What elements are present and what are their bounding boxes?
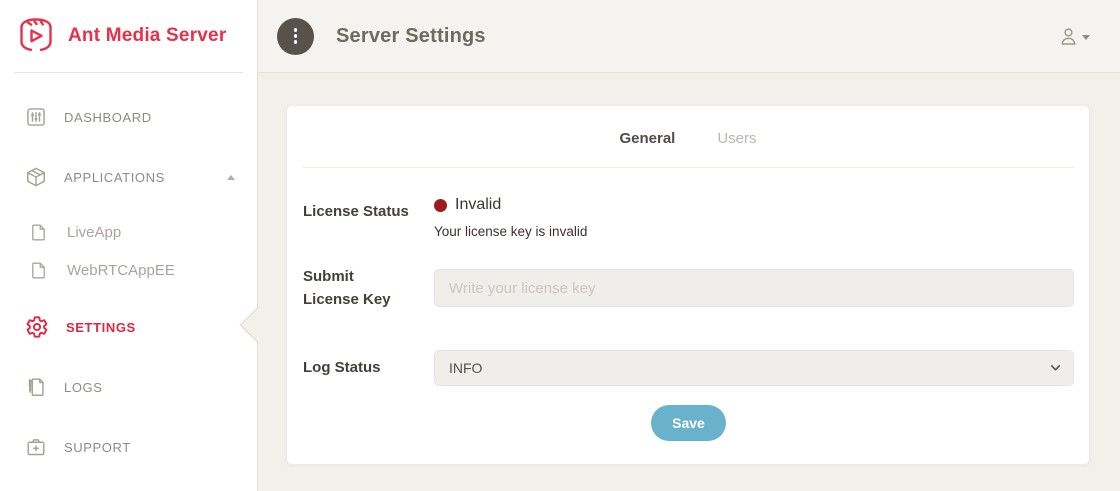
main-area: Server Settings General Users License St… [258,0,1120,491]
license-status-row: License Status Invalid Your license key … [303,196,1074,239]
license-status-label: License Status [303,196,434,223]
license-key-label: Submit License Key [303,265,395,312]
log-status-select[interactable]: INFO [434,350,1074,386]
server-settings-card: General Users License Status Invalid You… [286,105,1090,465]
sidebar-item-support[interactable]: SUPPORT [0,417,257,477]
license-status-value: Invalid [455,196,501,214]
document-pen-icon [25,376,47,398]
file-icon [29,261,48,280]
gear-icon [25,315,49,339]
file-icon [29,223,48,242]
topbar: Server Settings [258,0,1120,73]
sidebar-item-logs[interactable]: LOGS [0,357,257,417]
sidebar-item-webrtcappee[interactable]: WebRTCAppEE [0,251,257,289]
settings-tabs: General Users [287,106,1089,147]
license-key-row: Submit License Key [303,265,1074,312]
tab-users[interactable]: Users [717,130,756,147]
user-menu[interactable] [1057,25,1090,48]
sidebar-item-label: SUPPORT [64,440,131,455]
license-status-line: Invalid [434,196,1074,214]
sidebar-item-label: SETTINGS [66,320,136,335]
sidebar-nav: DASHBOARD APPLICATIONS [0,73,257,477]
sidebar-item-settings[interactable]: SETTINGS [0,297,257,357]
brand-name: Ant Media Server [68,25,226,47]
log-status-label: Log Status [303,356,434,379]
save-button[interactable]: Save [651,405,726,441]
sidebar-item-label: APPLICATIONS [64,170,165,185]
sidebar-item-label: LOGS [64,380,103,395]
log-status-select-wrap: INFO [434,350,1074,386]
license-status-message: Your license key is invalid [434,224,1074,239]
sidebar-item-liveapp[interactable]: LiveApp [0,213,257,251]
sidebar-item-dashboard[interactable]: DASHBOARD [0,87,257,147]
applications-submenu: LiveApp WebRTCAppEE [0,213,257,297]
sidebar: Ant Media Server DASHBOARD [0,0,258,491]
license-key-input[interactable] [434,269,1074,307]
status-dot-icon [434,199,447,212]
ant-media-play-icon [13,15,59,57]
sidebar-item-label: LiveApp [67,224,121,241]
settings-form: License Status Invalid Your license key … [287,168,1089,441]
page-title: Server Settings [336,25,486,48]
kebab-menu-icon[interactable] [277,18,314,55]
caret-down-icon [1082,35,1090,40]
log-status-row: Log Status INFO [303,350,1074,386]
package-icon [25,166,47,188]
brand-logo[interactable]: Ant Media Server [0,0,257,72]
license-status-value-group: Invalid Your license key is invalid [434,196,1074,239]
tab-general[interactable]: General [619,130,675,147]
sidebar-item-label: DASHBOARD [64,110,152,125]
sidebar-item-applications[interactable]: APPLICATIONS [0,147,257,207]
content: General Users License Status Invalid You… [258,73,1120,491]
first-aid-kit-icon [25,436,47,458]
sliders-icon [25,106,47,128]
caret-up-icon[interactable] [227,175,235,180]
sidebar-item-label: WebRTCAppEE [67,262,175,279]
user-icon [1057,25,1080,48]
